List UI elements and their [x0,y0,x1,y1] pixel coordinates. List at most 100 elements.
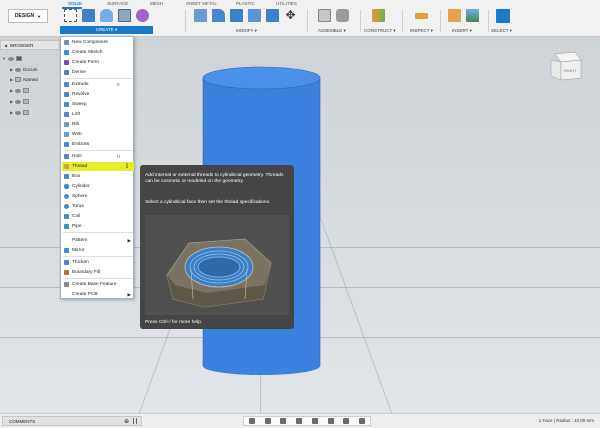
display-settings-icon[interactable] [327,418,334,424]
visibility-eye-icon[interactable] [7,56,14,61]
menu-item-pipe[interactable]: Pipe [62,222,134,231]
menu-item-pattern[interactable]: Pattern ▶ [62,236,134,245]
chevron-right-icon[interactable]: ▶ [10,77,13,82]
menu-item-hole[interactable]: Hole H [62,152,134,161]
menu-item-label: Emboss [72,142,90,147]
menu-item-torus[interactable]: Torus [62,202,134,211]
chevron-down-icon[interactable]: ▼ [2,56,6,61]
tab-mesh[interactable]: MESH [150,1,163,6]
assemble-group-button[interactable]: ASSEMBLE ▾ [318,28,346,34]
menu-item-rib[interactable]: Rib [62,120,134,129]
fillet-icon[interactable] [212,9,225,22]
grid-settings-icon[interactable] [343,418,350,424]
revolve-icon[interactable] [100,9,113,22]
chamfer-icon[interactable] [230,9,243,22]
chevron-right-icon[interactable]: ▶ [10,67,13,72]
orbit-icon[interactable] [248,418,255,424]
visibility-eye-icon[interactable] [15,99,22,104]
derive-icon [64,70,69,75]
chevron-right-icon[interactable]: ▶ [10,88,13,93]
menu-item-sweep[interactable]: Sweep [62,100,134,109]
viewports-icon[interactable] [359,418,366,424]
pan-icon[interactable] [280,418,287,424]
combine-icon[interactable] [266,9,279,22]
menu-item-cylinder[interactable]: Cylinder [62,182,134,191]
comments-panel[interactable]: COMMENTS ⊕ [2,416,142,426]
panel-toggle-icon[interactable] [133,418,137,424]
menu-item-create-base-feature[interactable]: Create Base Feature [62,280,134,289]
look-at-icon[interactable] [264,418,271,424]
menu-item-mirror[interactable]: Mirror [62,246,134,255]
menu-item-label: Create Form [72,60,99,65]
browser-root-item[interactable]: ▼ [2,54,60,63]
chevron-right-icon[interactable]: ▶ [10,99,13,104]
zoom-window-icon[interactable] [311,418,318,424]
browser-item-sketches[interactable]: ▶ [2,108,60,117]
tab-utilities[interactable]: UTILITIES [276,1,297,6]
menu-item-thicken[interactable]: Thicken [62,258,134,267]
menu-item-emboss[interactable]: Emboss [62,140,134,149]
add-comment-icon[interactable]: ⊕ [124,418,129,425]
select-icon[interactable] [496,9,510,23]
move-icon[interactable]: ✥ [284,9,297,22]
inspect-group-button[interactable]: INSPECT ▾ [410,28,433,34]
collapse-triangle-icon[interactable]: ◀ [4,43,7,48]
new-sketch-icon[interactable] [64,9,77,22]
tab-surface[interactable]: SURFACE [107,1,128,6]
view-cube[interactable]: RIGHT [543,50,583,86]
extrude-icon[interactable] [82,9,95,22]
menu-item-create-form[interactable]: Create Form [62,58,134,67]
create-group-button[interactable]: CREATE ▾ [60,26,153,34]
menu-item-coil[interactable]: Coil [62,212,134,221]
menu-item-sphere[interactable]: Sphere [62,192,134,201]
tab-plastic[interactable]: PLASTIC [236,1,255,6]
hole-icon[interactable] [118,9,131,22]
torus-icon [64,204,69,209]
construct-group-button[interactable]: CONSTRUCT ▾ [364,28,396,34]
menu-item-thread[interactable]: Thread ⋮ [62,162,134,171]
form-icon[interactable] [136,9,149,22]
menu-item-box[interactable]: Box [62,172,134,181]
folder-icon [23,88,30,93]
menu-item-derive[interactable]: Derive [62,68,134,77]
measure-icon[interactable] [415,13,428,19]
toolbar-divider [360,10,361,32]
chevron-right-icon[interactable]: ▶ [10,110,13,115]
menu-item-label: Create Sketch [72,50,103,55]
visibility-eye-icon[interactable] [15,110,22,115]
menu-item-new-component[interactable]: New Component [62,38,134,47]
shell-icon[interactable] [248,9,261,22]
browser-item-document-settings[interactable]: ▶ Docum [2,65,60,74]
browser-item-named-views[interactable]: ▶ Named [2,75,60,84]
browser-panel-header[interactable]: ◀ BROWSER [0,40,60,50]
thread-tooltip: Add internal or external threads to cyli… [140,165,294,329]
insert-derive-icon[interactable] [448,9,461,22]
menu-item-label: Rib [72,122,80,127]
menu-item-boundary-fill[interactable]: Boundary Fill [62,268,134,277]
menu-item-create-pcb[interactable]: Create PCB ▶ [62,290,134,299]
offset-plane-icon[interactable] [372,9,385,22]
browser-item-origin[interactable]: ▶ [2,86,60,95]
select-group-button[interactable]: SELECT ▾ [491,28,512,34]
workspace-switcher[interactable]: DESIGN ▼ [8,9,48,23]
menu-item-revolve[interactable]: Revolve [62,90,134,99]
joint-icon[interactable] [336,9,349,22]
new-component-icon[interactable] [318,9,331,22]
more-options-icon[interactable]: ⋮ [124,163,130,170]
chevron-down-icon: ▼ [37,13,42,19]
press-pull-icon[interactable] [194,9,207,22]
zoom-icon[interactable] [296,418,303,424]
insert-group-button[interactable]: INSERT ▾ [452,28,472,34]
menu-item-loft[interactable]: Loft [62,110,134,119]
menu-item-extrude[interactable]: Extrude E [62,80,134,89]
visibility-eye-icon[interactable] [15,88,22,93]
emboss-icon [64,142,69,147]
browser-item-bodies[interactable]: ▶ [2,97,60,106]
tab-sheet-metal[interactable]: SHEET METAL [186,1,217,6]
tab-solid[interactable]: SOLID [68,1,82,6]
modify-group-button[interactable]: MODIFY ▾ [236,28,257,34]
menu-item-create-sketch[interactable]: Create Sketch [62,48,134,57]
menu-item-web[interactable]: Web [62,130,134,139]
thread-icon [64,164,69,169]
insert-image-icon[interactable] [466,9,479,22]
